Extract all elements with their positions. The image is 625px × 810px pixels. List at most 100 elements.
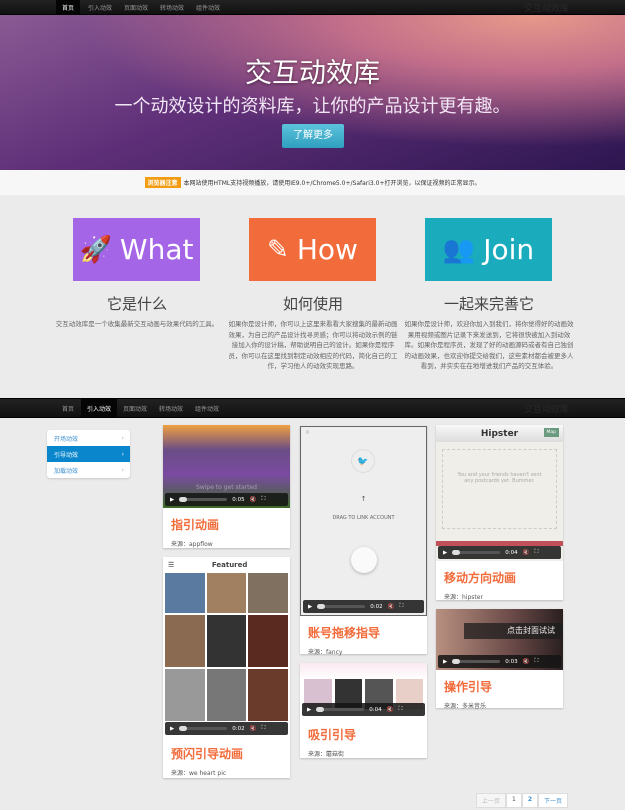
video-time: 0:04	[369, 706, 382, 713]
sidebar-label: 开场动效	[54, 435, 79, 443]
card-title[interactable]: 指引动画	[171, 516, 290, 533]
card[interactable]: Hipster Map You and your friends haven't…	[436, 425, 563, 601]
brand[interactable]: 交互动效库	[524, 399, 569, 417]
sidebar-item-loading[interactable]: 加载动效 ›	[47, 462, 130, 478]
sidebar-label: 加载动效	[54, 467, 79, 475]
users-icon: 👥	[442, 234, 476, 265]
progress-bar[interactable]	[317, 604, 366, 609]
video-thumbnail[interactable]: ▶ 0:04 🔇 ⛶	[300, 663, 427, 718]
how-tile[interactable]: ✎ How	[249, 218, 376, 281]
fullscreen-icon[interactable]: ⛶	[398, 706, 402, 713]
video-thumbnail[interactable]: ☰ Featured ▶ 0:02 🔇 ⛶	[163, 557, 290, 737]
page-2[interactable]: 2	[521, 793, 539, 808]
card-title[interactable]: 移动方向动画	[444, 569, 563, 586]
card-title[interactable]: 操作引导	[444, 678, 563, 695]
play-icon[interactable]: ▶	[308, 604, 312, 610]
video-thumbnail[interactable]: 点击封面试试 ▶ 0:03 🔇 ⛶	[436, 609, 563, 670]
fullscreen-icon[interactable]: ⛶	[261, 725, 265, 732]
fullscreen-icon[interactable]: ⛶	[534, 658, 538, 665]
nav-component[interactable]: 组件动效	[189, 399, 225, 417]
fullscreen-icon[interactable]: ⛶	[399, 603, 403, 610]
card-source: 来源：多米音乐	[444, 703, 487, 710]
card[interactable]: ▶ 0:04 🔇 ⛶ 吸引引导 来源：蘑菇街	[300, 663, 427, 758]
play-icon[interactable]: ▶	[170, 726, 174, 732]
feature-text: 如果你是设计师，你可以上这里来看看大家搜集的最新动画效果，为自己的产品设计找寻灵…	[228, 320, 398, 370]
mute-icon[interactable]: 🔇	[388, 604, 395, 610]
arrow-up-icon: ↑	[360, 495, 367, 503]
what-tile[interactable]: 🚀 What	[73, 218, 200, 281]
notice-tag: 浏览器注意	[144, 177, 181, 188]
feature-heading: 如何使用	[282, 295, 343, 313]
prev-page-button[interactable]: 上一页	[476, 793, 507, 808]
feature-text: 交互动效库是一个收集最新交互动画与效果代码的工具。	[55, 320, 219, 328]
card-source: 来源：we heart pic	[171, 770, 227, 777]
card[interactable]: ☰ Featured ▶ 0:02 🔇 ⛶ 预闪引导动画 来源：we heart pic	[163, 557, 290, 778]
nav-intro[interactable]: 引入动效	[82, 0, 118, 14]
secondary-nav: 首页 引入动效 页面动效 转场动效 组件动效 交互动效库	[0, 398, 625, 418]
video-controls[interactable]: ▶ 0:02 🔇 ⛶	[303, 600, 424, 613]
mute-icon[interactable]: 🔇	[523, 550, 530, 556]
video-controls[interactable]: ▶ 0:04 🔇 ⛶	[438, 546, 561, 559]
video-overlay-text: 点击封面试试	[464, 623, 563, 639]
sidebar-item-guide[interactable]: 引导动效 ›	[47, 446, 130, 462]
close-icon: ×	[305, 429, 311, 436]
pagination: 上一页 1 2 下一页	[476, 793, 569, 808]
play-icon[interactable]: ▶	[170, 497, 174, 503]
nav-home[interactable]: 首页	[56, 399, 80, 417]
nav-home[interactable]: 首页	[56, 0, 81, 14]
play-icon[interactable]: ▶	[307, 707, 311, 713]
hero-subtitle: 一个动效设计的资料库，让你的产品设计更有趣。	[114, 96, 511, 117]
mute-icon[interactable]: 🔇	[250, 726, 257, 732]
nav-intro[interactable]: 引入动效	[81, 399, 118, 417]
card[interactable]: × 🐦 ↑ DRAG TO LINK ACCOUNT ▶ 0:02 🔇 ⛶ 账号拖移指…	[300, 426, 427, 656]
card-title[interactable]: 账号拖移指导	[308, 624, 427, 641]
page-1[interactable]: 1	[506, 793, 522, 808]
nav-transition[interactable]: 转场动效	[154, 0, 190, 14]
fullscreen-icon[interactable]: ⛶	[261, 496, 265, 503]
video-controls[interactable]: ▶ 0:02 🔇 ⛶	[165, 722, 288, 735]
video-thumbnail[interactable]: Swipe to get started ▶ 0:05 🔇 ⛶	[163, 425, 290, 508]
next-page-button[interactable]: 下一页	[538, 793, 569, 808]
card-title[interactable]: 吸引引导	[308, 726, 427, 743]
progress-bar[interactable]	[179, 726, 228, 731]
mute-icon[interactable]: 🔇	[387, 707, 394, 713]
chevron-right-icon: ›	[121, 450, 124, 458]
category-sidebar: 开场动效 › 引导动效 › 加载动效 ›	[47, 430, 130, 478]
nav-component[interactable]: 组件动效	[190, 0, 226, 14]
nav-transition[interactable]: 转场动效	[153, 399, 189, 417]
feature-text: 如果你是设计师，欢迎你加入到我们，将你觉得好的动画效果用视频或图片记录下来发送到…	[404, 320, 574, 370]
hero-title: 交互动效库	[245, 58, 380, 89]
video-thumbnail[interactable]: Hipster Map You and your friends haven't…	[436, 425, 563, 561]
nav-page[interactable]: 页面动效	[117, 399, 153, 417]
progress-bar[interactable]	[452, 550, 501, 555]
brand[interactable]: 交互动效库	[524, 0, 569, 14]
browser-notice: 浏览器注意 本网站使用HTML支持视频播放，请使用IE9.0+/Chrome5.…	[0, 170, 625, 195]
play-icon[interactable]: ▶	[443, 550, 447, 556]
mute-icon[interactable]: 🔇	[523, 659, 530, 665]
join-tile[interactable]: 👥 Join	[425, 218, 552, 281]
card-title[interactable]: 预闪引导动画	[171, 745, 290, 762]
card-source: 来源：hipster	[444, 594, 483, 601]
tile-label: What	[119, 233, 194, 266]
sidebar-item-opening[interactable]: 开场动效 ›	[47, 430, 130, 446]
video-controls[interactable]: ▶ 0:03 🔇 ⛶	[438, 655, 561, 668]
fullscreen-icon[interactable]: ⛶	[534, 549, 538, 556]
edit-icon: ✎	[267, 234, 289, 265]
hero: 交互动效库 一个动效设计的资料库，让你的产品设计更有趣。 了解更多	[0, 15, 625, 170]
video-overlay-text: DRAG TO LINK ACCOUNT	[332, 515, 395, 521]
learn-more-button[interactable]: 了解更多	[282, 124, 344, 148]
card[interactable]: Swipe to get started ▶ 0:05 🔇 ⛶ 指引动画 来源：app…	[163, 425, 290, 548]
card[interactable]: 点击封面试试 ▶ 0:03 🔇 ⛶ 操作引导 来源：多米音乐	[436, 609, 563, 710]
play-icon[interactable]: ▶	[443, 659, 447, 665]
progress-bar[interactable]	[452, 659, 501, 664]
nav-page[interactable]: 页面动效	[118, 0, 154, 14]
progress-bar[interactable]	[316, 707, 365, 712]
video-controls[interactable]: ▶ 0:05 🔇 ⛶	[165, 493, 288, 506]
rocket-icon: 🚀	[79, 234, 112, 265]
mute-icon[interactable]: 🔇	[250, 497, 257, 503]
feature-join: 一起来完善它 如果你是设计师，欢迎你加入到我们，将你觉得好的动画效果用视频或图片记…	[404, 293, 574, 372]
video-thumbnail[interactable]: × 🐦 ↑ DRAG TO LINK ACCOUNT ▶ 0:02 🔇 ⛶	[300, 426, 427, 616]
progress-bar[interactable]	[179, 497, 228, 502]
video-controls[interactable]: ▶ 0:04 🔇 ⛶	[302, 703, 425, 716]
card-source: 来源：appflow	[171, 541, 213, 548]
